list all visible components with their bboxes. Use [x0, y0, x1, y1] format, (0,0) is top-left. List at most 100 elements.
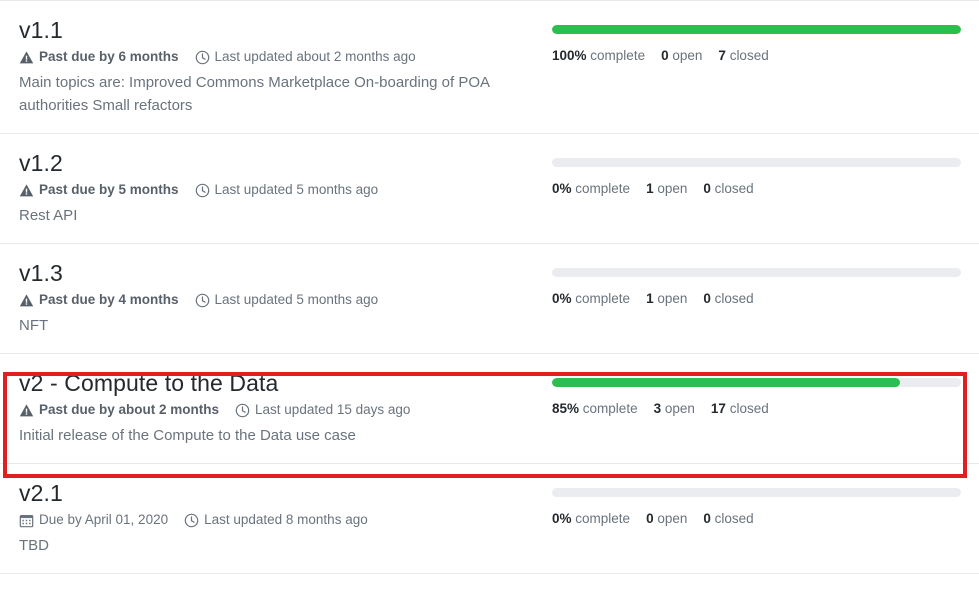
- complete-percent: 0%: [552, 511, 572, 526]
- milestone-list: v1.1 Past due by 6 months Last updated abo…: [0, 0, 979, 574]
- stat-open[interactable]: 1 open: [646, 179, 687, 199]
- milestone-info: v2.1 Due by April 01, 2020 Last updated 8 …: [19, 478, 552, 557]
- closed-count: 0: [703, 511, 711, 526]
- closed-label: closed: [729, 401, 769, 416]
- open-label: open: [657, 291, 688, 306]
- milestone-description: Rest API: [19, 207, 78, 224]
- milestone-description: NFT: [19, 317, 49, 334]
- open-count: 1: [646, 181, 654, 196]
- stat-closed[interactable]: 0 closed: [703, 509, 753, 529]
- open-count: 0: [661, 48, 669, 63]
- milestone-progress-area: 0% complete 1 open 0 closed: [552, 258, 963, 309]
- due-meta: Due by April 01, 2020: [19, 510, 168, 530]
- stat-complete: 0% complete: [552, 289, 630, 309]
- progress-bar-fill: [552, 25, 961, 34]
- milestone-title-link[interactable]: v2.1: [19, 478, 542, 508]
- closed-label: closed: [729, 48, 769, 63]
- clock-icon: [235, 403, 250, 418]
- due-meta: Past due by 6 months: [19, 47, 179, 67]
- closed-count: 17: [710, 401, 726, 416]
- complete-label: complete: [582, 401, 638, 416]
- progress-bar-track: [552, 378, 961, 387]
- milestone-info: v2 - Compute to the Data Past due by abou…: [19, 368, 552, 447]
- milestone-title-link[interactable]: v2 - Compute to the Data: [19, 368, 542, 398]
- milestone-stats: 0% complete 1 open 0 closed: [552, 289, 963, 309]
- milestone-row[interactable]: v1.2 Past due by 5 months Last updated 5 m…: [0, 134, 979, 244]
- updated-text: Last updated about 2 months ago: [214, 49, 416, 64]
- stat-complete: 100% complete: [552, 46, 645, 66]
- updated-meta: Last updated 5 months ago: [195, 290, 379, 310]
- milestone-row[interactable]: v2 - Compute to the Data Past due by abou…: [0, 354, 979, 464]
- milestone-stats: 85% complete 3 open 17 closed: [552, 399, 963, 419]
- milestone-title-link[interactable]: v1.3: [19, 258, 542, 288]
- milestone-meta: Past due by 6 months Last updated about 2…: [19, 47, 542, 67]
- updated-meta: Last updated 15 days ago: [235, 400, 410, 420]
- due-meta: Past due by about 2 months: [19, 400, 219, 420]
- alert-triangle-icon: [19, 50, 34, 65]
- milestone-meta: Past due by about 2 months Last updated 1…: [19, 400, 542, 420]
- milestone-row[interactable]: v1.1 Past due by 6 months Last updated abo…: [0, 1, 979, 134]
- stat-closed[interactable]: 17 closed: [711, 399, 769, 419]
- complete-percent: 0%: [552, 181, 572, 196]
- closed-count: 7: [718, 48, 726, 63]
- clock-icon: [195, 183, 210, 198]
- stat-open[interactable]: 0 open: [661, 46, 702, 66]
- milestone-description: TBD: [19, 537, 49, 554]
- milestone-description: Initial release of the Compute to the Da…: [19, 427, 356, 444]
- milestone-stats: 100% complete 0 open 7 closed: [552, 46, 963, 66]
- clock-icon: [195, 293, 210, 308]
- updated-text: Last updated 15 days ago: [255, 402, 411, 417]
- milestone-meta: Past due by 5 months Last updated 5 month…: [19, 180, 542, 200]
- stat-closed[interactable]: 0 closed: [703, 289, 753, 309]
- due-text: Due by April 01, 2020: [39, 512, 169, 527]
- stat-closed[interactable]: 7 closed: [718, 46, 768, 66]
- milestone-row[interactable]: v2.1 Due by April 01, 2020 Last updated 8 …: [0, 464, 979, 574]
- milestone-stats: 0% complete 1 open 0 closed: [552, 179, 963, 199]
- clock-icon: [195, 50, 210, 65]
- complete-percent: 100%: [552, 48, 587, 63]
- stat-closed[interactable]: 0 closed: [703, 179, 753, 199]
- progress-bar-track: [552, 268, 961, 277]
- progress-bar-track: [552, 25, 961, 34]
- milestone-info: v1.1 Past due by 6 months Last updated abo…: [19, 15, 552, 117]
- alert-triangle-icon: [19, 403, 34, 418]
- milestone-progress-area: 85% complete 3 open 17 closed: [552, 368, 963, 419]
- milestone-info: v1.2 Past due by 5 months Last updated 5 m…: [19, 148, 552, 227]
- stat-open[interactable]: 0 open: [646, 509, 687, 529]
- due-meta: Past due by 4 months: [19, 290, 179, 310]
- milestone-info: v1.3 Past due by 4 months Last updated 5 m…: [19, 258, 552, 337]
- alert-triangle-icon: [19, 293, 34, 308]
- complete-percent: 85%: [552, 401, 580, 416]
- updated-text: Last updated 8 months ago: [204, 512, 368, 527]
- complete-label: complete: [575, 511, 631, 526]
- updated-text: Last updated 5 months ago: [214, 292, 379, 307]
- complete-label: complete: [575, 181, 631, 196]
- complete-label: complete: [590, 48, 646, 63]
- milestone-title-link[interactable]: v1.2: [19, 148, 542, 178]
- closed-count: 0: [703, 291, 711, 306]
- open-count: 0: [646, 511, 654, 526]
- progress-bar-track: [552, 158, 961, 167]
- closed-label: closed: [714, 291, 754, 306]
- milestone-row[interactable]: v1.3 Past due by 4 months Last updated 5 m…: [0, 244, 979, 354]
- milestone-title-link[interactable]: v1.1: [19, 15, 542, 45]
- milestone-progress-area: 100% complete 0 open 7 closed: [552, 15, 963, 66]
- open-count: 1: [646, 291, 654, 306]
- open-label: open: [664, 401, 695, 416]
- updated-meta: Last updated 8 months ago: [184, 510, 368, 530]
- stat-open[interactable]: 3 open: [654, 399, 695, 419]
- stat-open[interactable]: 1 open: [646, 289, 687, 309]
- clock-icon: [184, 513, 199, 528]
- milestone-meta: Due by April 01, 2020 Last updated 8 mont…: [19, 510, 542, 530]
- due-text: Past due by 4 months: [39, 292, 179, 307]
- due-meta: Past due by 5 months: [19, 180, 179, 200]
- stat-complete: 0% complete: [552, 179, 630, 199]
- open-count: 3: [653, 401, 662, 416]
- stat-complete: 0% complete: [552, 509, 630, 529]
- milestone-progress-area: 0% complete 0 open 0 closed: [552, 478, 963, 529]
- closed-label: closed: [714, 181, 754, 196]
- calendar-icon: [19, 513, 34, 528]
- closed-count: 0: [703, 181, 711, 196]
- milestone-meta: Past due by 4 months Last updated 5 month…: [19, 290, 542, 310]
- alert-triangle-icon: [19, 183, 34, 198]
